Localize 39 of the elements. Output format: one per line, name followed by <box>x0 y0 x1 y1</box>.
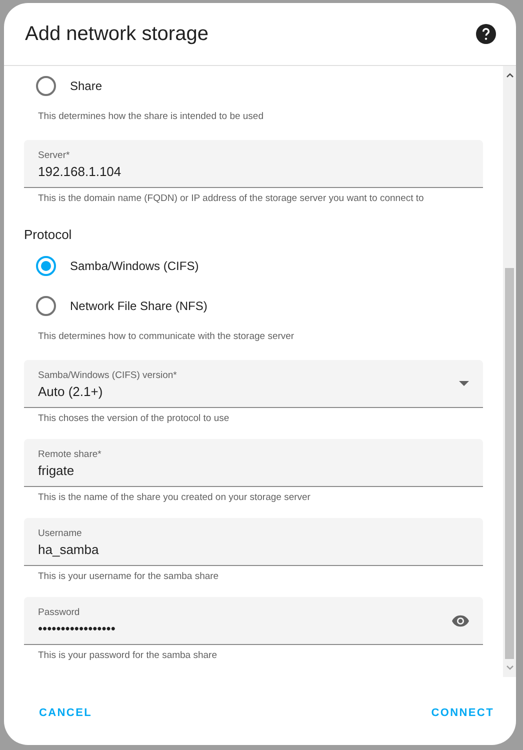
hint-text: This determines how the share is intended to be used <box>37 110 264 123</box>
scrollbar[interactable] <box>503 66 516 677</box>
field-label: Username <box>38 528 83 539</box>
eye-icon[interactable] <box>452 614 469 626</box>
section-heading: Protocol <box>24 227 73 242</box>
field-value: Auto (2.1+) <box>38 384 378 399</box>
field-label: Remote share* <box>38 449 102 460</box>
field-label: Samba/Windows (CIFS) version* <box>38 370 178 381</box>
field-label: Password <box>38 607 81 618</box>
dropdown-arrow-icon <box>459 381 469 386</box>
hint-text: This choses the version of the protocol to use <box>37 412 230 425</box>
hint-text: This is your password for the samba share <box>37 649 218 662</box>
field-value: frigate <box>38 463 378 478</box>
dialog-title: Add network storage <box>25 22 208 46</box>
radio-label: Samba/Windows (CIFS) <box>70 259 199 273</box>
scroll-up-icon[interactable] <box>506 72 514 78</box>
input-field[interactable]: Password ••••••••••••••••• <box>24 597 483 645</box>
hint-text: This determines how to communicate with the storage server <box>37 330 296 343</box>
input-field[interactable]: Username ha_samba <box>24 518 483 566</box>
radio-option[interactable]: Samba/Windows (CIFS) <box>24 246 483 286</box>
hint-text: This is the domain name (FQDN) or IP address of the storage server you want to connect to <box>37 192 425 205</box>
help-icon[interactable] <box>476 24 496 44</box>
hint-text: This is the name of the share you created on your storage server <box>37 491 312 504</box>
version-dropdown[interactable]: Samba/Windows (CIFS) version* Auto (2.1+) <box>24 360 483 408</box>
hint-text: This is your username for the samba share <box>37 570 220 583</box>
radio-label: Share <box>70 79 102 93</box>
radio-label: Network File Share (NFS) <box>70 299 208 313</box>
radio-option[interactable]: Share <box>24 66 483 106</box>
field-value: ••••••••••••••••• <box>38 621 378 636</box>
input-field[interactable]: Server* 192.168.1.104 <box>24 140 483 188</box>
field-label: Server* <box>38 150 71 161</box>
radio-option[interactable]: Network File Share (NFS) <box>24 286 483 326</box>
scroll-down-icon[interactable] <box>506 665 514 671</box>
radio-button[interactable] <box>36 76 56 96</box>
field-value: ha_samba <box>38 542 378 557</box>
field-value: 192.168.1.104 <box>38 164 378 179</box>
radio-button[interactable] <box>36 256 56 276</box>
input-field[interactable]: Remote share* frigate <box>24 439 483 487</box>
radio-button[interactable] <box>36 296 56 316</box>
